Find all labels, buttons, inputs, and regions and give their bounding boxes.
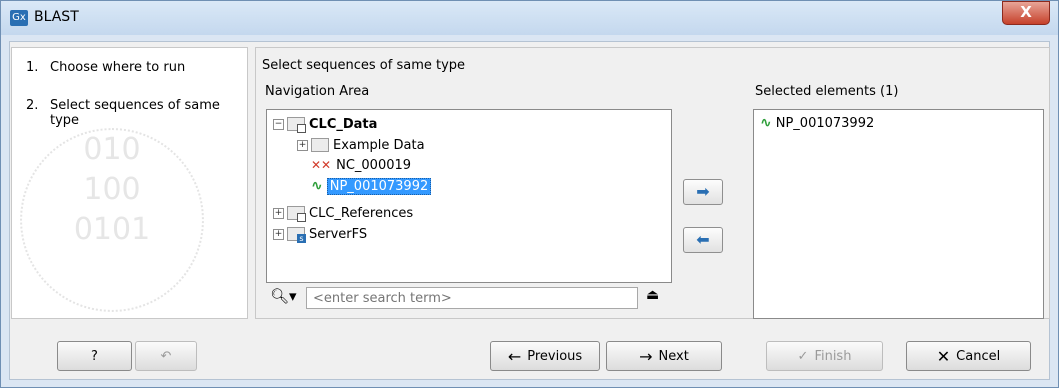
folder-icon [311,138,329,152]
arrow-right-icon: → [639,346,653,366]
tree-node-example-data[interactable]: + Example Data [297,135,425,155]
search-input[interactable] [306,287,638,309]
navigation-area-label: Navigation Area [265,84,370,99]
selected-item[interactable]: ∿ NP_001073992 [760,113,874,133]
add-to-selected-button[interactable]: ➡ [683,179,723,205]
app-icon: Gx [10,10,28,26]
window-title: BLAST [34,9,79,25]
expand-icon[interactable]: + [273,207,284,219]
tree-node-clc-data[interactable]: − CLC_Data [273,114,377,134]
step-2: 2. Select sequences of same type [26,98,225,128]
selected-elements-list[interactable]: ∿ NP_001073992 [753,109,1044,319]
close-button[interactable]: X [1002,1,1050,25]
previous-button[interactable]: ← Previous [490,341,600,371]
watermark-graphic: 010 100 0101 [20,128,204,312]
wizard-steps-panel: 010 100 0101 1. Choose where to run 2. Sel… [11,47,248,319]
finish-button[interactable]: ✓ Finish [766,341,883,371]
next-button[interactable]: → Next [606,341,722,371]
cancel-button[interactable]: ✕ Cancel [906,341,1031,371]
selected-elements-label: Selected elements (1) [755,84,899,99]
folder-icon [287,206,306,222]
x-icon: ✕ [936,346,951,366]
server-folder-icon [287,227,306,243]
reset-icon: ↶ [160,348,172,364]
arrow-left-icon: ← [507,346,522,366]
tree-node-clc-references[interactable]: + CLC_References [273,203,413,223]
tree-node-serverfs[interactable]: + ServerFS [273,224,367,244]
remove-from-selected-button[interactable]: ⬅ [683,227,723,253]
tree-node-np-001073992[interactable]: ∿ NP_001073992 [311,176,432,196]
blast-dialog: Gx BLAST X 010 100 0101 1. Choose where to… [0,0,1059,388]
step-1-label: Choose where to run [50,60,186,75]
search-icon[interactable]: 🔍︎▾ [270,287,297,305]
folder-icon [287,117,306,133]
panel-heading: Select sequences of same type [262,58,466,73]
expand-icon[interactable]: + [273,228,284,240]
expand-icon[interactable]: + [297,139,308,151]
protein-sequence-icon: ∿ [311,178,323,194]
protein-sequence-icon: ∿ [760,115,772,131]
step-2-label: Select sequences of same type [50,98,220,128]
help-button[interactable]: ? [57,341,132,371]
step-1: 1. Choose where to run [26,60,225,75]
nucleotide-sequence-icon: ✕✕ [311,158,332,172]
reset-button[interactable]: ↶ [135,341,197,371]
tree-node-nc-000019[interactable]: ✕✕ NC_000019 [311,155,411,175]
navigation-tree[interactable]: − CLC_Data + Example Data ✕✕ NC_000019 ∿… [266,109,672,283]
eject-icon[interactable]: ⏏ [646,287,659,303]
title-bar: Gx BLAST X [1,1,1058,35]
collapse-icon[interactable]: − [273,118,284,130]
checkmark-icon: ✓ [797,348,809,364]
search-row: 🔍︎▾ ⏏ [266,285,676,309]
